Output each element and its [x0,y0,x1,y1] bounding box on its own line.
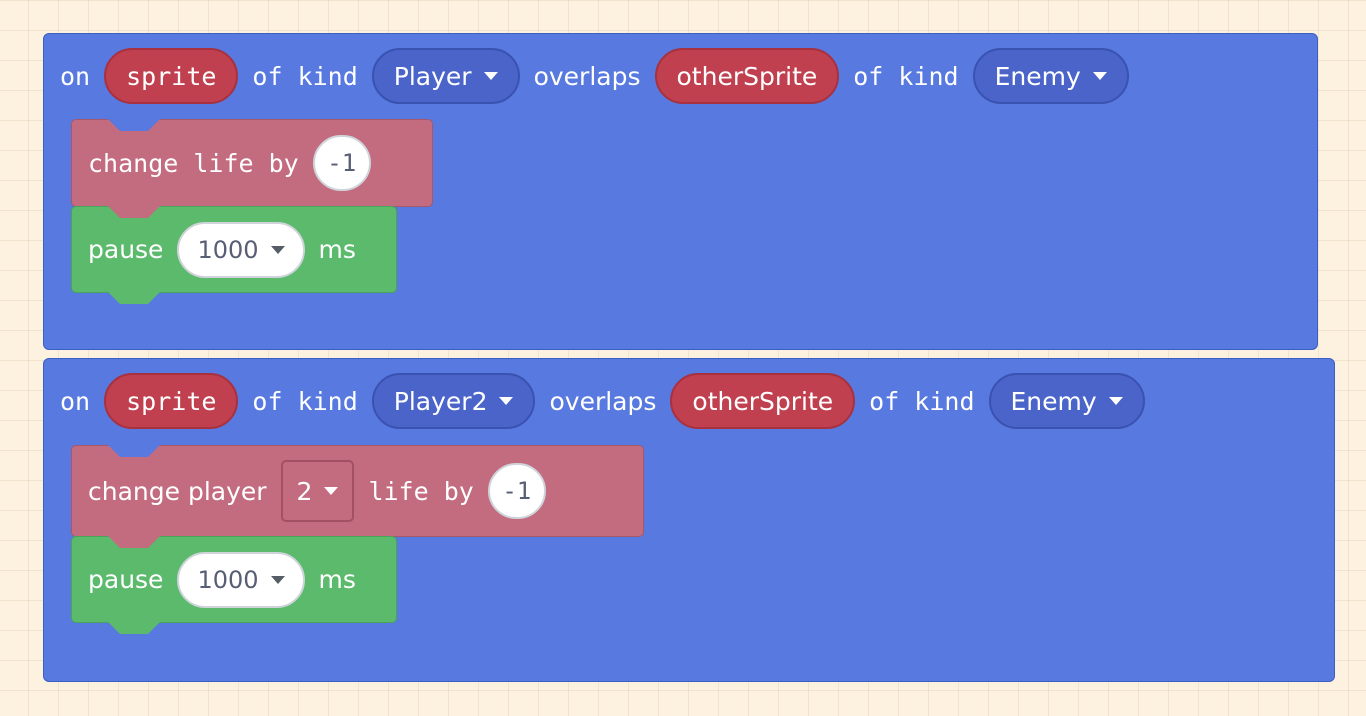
event-header: on sprite of kind Player overlaps otherS… [60,47,1143,105]
change-player-label: change player [88,476,267,506]
life-by-label: life by [368,476,474,506]
pause-label: pause [88,235,164,264]
change-life-block[interactable]: change life by -1 [71,119,433,207]
change-life-label: change life by [88,148,299,178]
other-sprite-variable[interactable]: otherSprite [670,373,856,429]
notch-icon [108,622,160,634]
of-kind-label: of kind [853,61,959,91]
of-kind-label: of kind [869,386,975,416]
kind-label: Player [393,61,472,91]
on-label: on [60,61,91,91]
sprite-variable[interactable]: sprite [104,373,239,429]
notch-icon [108,536,160,548]
of-kind-label: of kind [252,386,358,416]
life-value-input[interactable]: -1 [312,135,371,191]
notch-icon [108,445,160,457]
pause-block[interactable]: pause 1000 ms [71,206,397,304]
chevron-down-icon [1108,397,1123,405]
pause-value: 1000 [197,235,259,264]
ms-label: ms [318,235,356,264]
pause-label: pause [88,565,164,594]
pause-block[interactable]: pause 1000 ms [71,536,397,634]
kind-dropdown-enemy[interactable]: Enemy [988,373,1145,429]
notch-icon [108,119,160,131]
player-number: 2 [296,476,313,506]
other-sprite-variable[interactable]: otherSprite [654,48,840,104]
sprite-variable[interactable]: sprite [104,48,239,104]
kind-label: Player2 [393,386,488,416]
event-header: on sprite of kind Player2 overlaps other… [60,372,1159,430]
chevron-down-icon [324,487,339,495]
change-player-life-block[interactable]: change player 2 life by -1 [71,445,644,537]
kind-dropdown-player[interactable]: Player [371,48,520,104]
notch-icon [108,292,160,304]
on-label: on [60,386,91,416]
kind-dropdown-enemy[interactable]: Enemy [972,48,1129,104]
kind-label: Enemy [1010,386,1097,416]
of-kind-label: of kind [252,61,358,91]
ms-label: ms [318,565,356,594]
pause-duration-dropdown[interactable]: 1000 [177,221,305,278]
life-value-input[interactable]: -1 [487,463,546,519]
chevron-down-icon [499,397,514,405]
kind-dropdown-player2[interactable]: Player2 [371,373,536,429]
overlaps-label: overlaps [533,61,641,91]
chevron-down-icon [270,575,285,584]
pause-value: 1000 [197,565,259,594]
chevron-down-icon [1092,72,1107,80]
chevron-down-icon [270,245,285,254]
notch-icon [108,206,160,218]
pause-duration-dropdown[interactable]: 1000 [177,551,305,608]
overlaps-label: overlaps [549,386,657,416]
player-number-dropdown[interactable]: 2 [280,460,355,522]
chevron-down-icon [483,72,498,80]
kind-label: Enemy [994,61,1081,91]
